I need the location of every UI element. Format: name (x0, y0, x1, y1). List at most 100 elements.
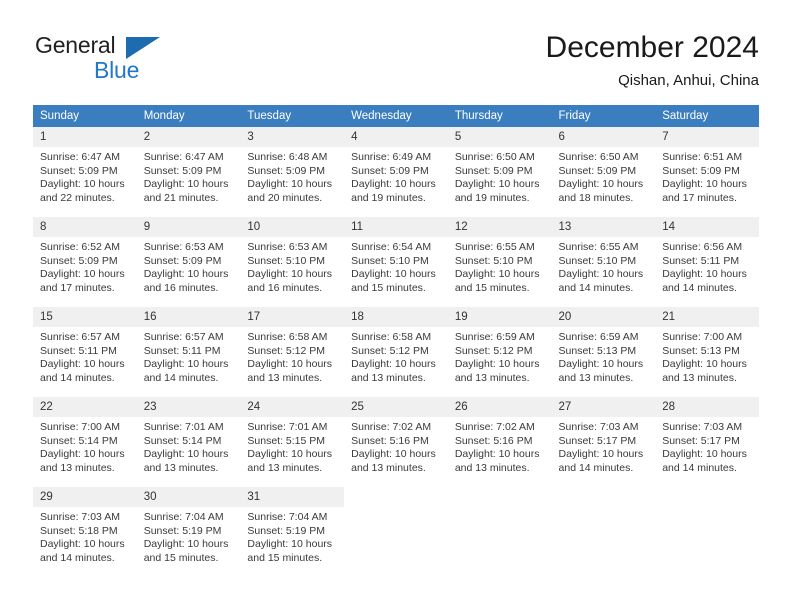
daylight-text-line2: and 15 minutes. (247, 551, 323, 564)
calendar-day-cell[interactable]: 22 Sunrise: 7:00 AM Sunset: 5:14 PM Dayligh… (33, 397, 137, 477)
day-sun-info: Sunrise: 6:50 AM Sunset: 5:09 PM Daylight:… (448, 147, 552, 205)
general-blue-logo[interactable]: General Blue (35, 34, 215, 92)
calendar-day-cell[interactable]: 3 Sunrise: 6:48 AM Sunset: 5:09 PM Daylight… (240, 127, 345, 207)
day-cell-body: Sunrise: 7:02 AM Sunset: 5:16 PM Daylight:… (344, 417, 448, 477)
calendar-day-cell[interactable]: 21 Sunrise: 7:00 AM Sunset: 5:13 PM Dayligh… (655, 307, 759, 387)
day-number: 14 (655, 217, 759, 237)
calendar-day-cell[interactable]: 24 Sunrise: 7:01 AM Sunset: 5:15 PM Dayligh… (240, 397, 345, 477)
week-row-spacer-cell (33, 297, 759, 307)
day-sun-info: Sunrise: 6:51 AM Sunset: 5:09 PM Daylight:… (655, 147, 759, 205)
day-number: 30 (136, 487, 241, 507)
daylight-text-line1: Daylight: 10 hours (662, 358, 747, 371)
logo-text-general: General (35, 32, 116, 58)
daylight-text-line1: Daylight: 10 hours (40, 358, 125, 371)
daylight-text-line2: and 13 minutes. (558, 371, 634, 384)
sunrise-text: Sunrise: 6:53 AM (247, 241, 328, 253)
daylight-text-line1: Daylight: 10 hours (454, 358, 540, 371)
calendar-day-cell[interactable]: 29 Sunrise: 7:03 AM Sunset: 5:18 PM Dayligh… (33, 487, 137, 567)
sunset-text: Sunset: 5:11 PM (40, 344, 117, 357)
calendar-day-cell[interactable]: 7 Sunrise: 6:51 AM Sunset: 5:09 PM Daylight… (655, 127, 759, 207)
calendar-day-cell[interactable]: 9 Sunrise: 6:53 AM Sunset: 5:09 PM Daylight… (136, 217, 241, 297)
daylight-text-line2: and 15 minutes. (143, 551, 219, 564)
day-sun-info: Sunrise: 6:58 AM Sunset: 5:12 PM Daylight:… (344, 327, 448, 385)
day-cell-body (551, 507, 656, 567)
sunset-text: Sunset: 5:10 PM (247, 254, 326, 267)
calendar-day-cell[interactable]: 10 Sunrise: 6:53 AM Sunset: 5:10 PM Dayligh… (240, 217, 345, 297)
calendar-day-cell[interactable]: 25 Sunrise: 7:02 AM Sunset: 5:16 PM Dayligh… (344, 397, 448, 477)
calendar-day-cell[interactable]: 18 Sunrise: 6:58 AM Sunset: 5:12 PM Dayligh… (344, 307, 448, 387)
calendar-day-cell[interactable]: 31 Sunrise: 7:04 AM Sunset: 5:19 PM Dayligh… (240, 487, 345, 567)
day-number: 24 (240, 397, 345, 417)
calendar-day-cell[interactable]: 4 Sunrise: 6:49 AM Sunset: 5:09 PM Daylight… (344, 127, 448, 207)
calendar-day-cell[interactable]: 19 Sunrise: 6:59 AM Sunset: 5:12 PM Dayligh… (447, 307, 552, 387)
day-sun-info: Sunrise: 6:50 AM Sunset: 5:09 PM Daylight:… (552, 147, 656, 205)
day-cell-body: Sunrise: 6:53 AM Sunset: 5:10 PM Daylight:… (240, 237, 345, 297)
daylight-text-line1: Daylight: 10 hours (558, 178, 644, 191)
day-number: 12 (447, 217, 552, 237)
calendar-day-cell[interactable]: 13 Sunrise: 6:55 AM Sunset: 5:10 PM Dayligh… (551, 217, 656, 297)
calendar-day-cell[interactable]: 11 Sunrise: 6:54 AM Sunset: 5:10 PM Dayligh… (344, 217, 448, 297)
day-cell-body: Sunrise: 6:56 AM Sunset: 5:11 PM Daylight:… (655, 237, 759, 297)
sunrise-text: Sunrise: 7:00 AM (662, 331, 743, 343)
day-cell-body: Sunrise: 6:52 AM Sunset: 5:09 PM Daylight:… (33, 237, 137, 297)
calendar-day-cell[interactable]: 5 Sunrise: 6:50 AM Sunset: 5:09 PM Daylight… (447, 127, 552, 207)
sunset-text: Sunset: 5:09 PM (247, 164, 326, 177)
calendar-day-cell[interactable]: 27 Sunrise: 7:03 AM Sunset: 5:17 PM Dayligh… (551, 397, 656, 477)
day-sun-info: Sunrise: 7:02 AM Sunset: 5:16 PM Daylight:… (448, 417, 552, 475)
day-cell-body: Sunrise: 6:48 AM Sunset: 5:09 PM Daylight:… (240, 147, 345, 207)
calendar-day-cell[interactable]: 17 Sunrise: 6:58 AM Sunset: 5:12 PM Dayligh… (240, 307, 345, 387)
calendar-day-cell[interactable]: 14 Sunrise: 6:56 AM Sunset: 5:11 PM Dayligh… (655, 217, 759, 297)
day-sun-info: Sunrise: 7:04 AM Sunset: 5:19 PM Daylight:… (240, 507, 344, 565)
day-number: 2 (136, 127, 241, 147)
sunrise-text: Sunrise: 7:01 AM (247, 421, 328, 433)
calendar-day-cell[interactable]: 2 Sunrise: 6:47 AM Sunset: 5:09 PM Daylight… (136, 127, 241, 207)
calendar-day-cell[interactable]: 28 Sunrise: 7:03 AM Sunset: 5:17 PM Dayligh… (655, 397, 759, 477)
day-cell-body: Sunrise: 7:03 AM Sunset: 5:17 PM Daylight:… (551, 417, 656, 477)
weekday-header-tuesday: Tuesday (240, 105, 345, 127)
calendar-day-cell[interactable]: 16 Sunrise: 6:57 AM Sunset: 5:11 PM Dayligh… (136, 307, 241, 387)
sunset-text: Sunset: 5:19 PM (143, 524, 222, 537)
day-number: 31 (240, 487, 345, 507)
day-sun-info: Sunrise: 6:54 AM Sunset: 5:10 PM Daylight:… (344, 237, 448, 295)
sunrise-text: Sunrise: 7:04 AM (247, 511, 328, 523)
day-cell-body: Sunrise: 7:03 AM Sunset: 5:17 PM Daylight:… (655, 417, 759, 477)
day-sun-info: Sunrise: 6:47 AM Sunset: 5:09 PM Daylight:… (33, 147, 137, 205)
sunrise-text: Sunrise: 6:48 AM (247, 151, 328, 163)
sunset-text: Sunset: 5:09 PM (454, 164, 533, 177)
calendar-day-cell[interactable]: 6 Sunrise: 6:50 AM Sunset: 5:09 PM Daylight… (551, 127, 656, 207)
day-sun-info: Sunrise: 7:03 AM Sunset: 5:17 PM Daylight:… (552, 417, 656, 475)
day-number (447, 487, 552, 507)
daylight-text-line1: Daylight: 10 hours (454, 178, 540, 191)
sunrise-text: Sunrise: 7:02 AM (351, 421, 432, 433)
sunrise-text: Sunrise: 6:50 AM (558, 151, 639, 163)
daylight-text-line2: and 13 minutes. (351, 461, 426, 474)
calendar-day-cell[interactable]: 15 Sunrise: 6:57 AM Sunset: 5:11 PM Dayligh… (33, 307, 137, 387)
sunset-text: Sunset: 5:19 PM (247, 524, 326, 537)
day-number: 13 (551, 217, 656, 237)
calendar-day-cell[interactable]: 12 Sunrise: 6:55 AM Sunset: 5:10 PM Dayligh… (447, 217, 552, 297)
daylight-text-line1: Daylight: 10 hours (558, 448, 644, 461)
calendar-day-cell[interactable]: 20 Sunrise: 6:59 AM Sunset: 5:13 PM Dayligh… (551, 307, 656, 387)
calendar-day-cell[interactable]: 23 Sunrise: 7:01 AM Sunset: 5:14 PM Dayligh… (136, 397, 241, 477)
sunset-text: Sunset: 5:09 PM (662, 164, 740, 177)
sunset-text: Sunset: 5:09 PM (40, 254, 118, 267)
weekday-header-row: Sunday Monday Tuesday Wednesday Thursday… (33, 105, 759, 127)
daylight-text-line1: Daylight: 10 hours (143, 538, 229, 551)
day-sun-info: Sunrise: 6:52 AM Sunset: 5:09 PM Daylight:… (33, 237, 137, 295)
calendar-day-cell[interactable]: 26 Sunrise: 7:02 AM Sunset: 5:16 PM Dayligh… (447, 397, 552, 477)
day-sun-info: Sunrise: 6:53 AM Sunset: 5:09 PM Daylight:… (137, 237, 241, 295)
sunrise-text: Sunrise: 6:58 AM (351, 331, 432, 343)
daylight-text-line2: and 16 minutes. (247, 281, 323, 294)
day-number: 6 (551, 127, 656, 147)
calendar-day-cell[interactable]: 8 Sunrise: 6:52 AM Sunset: 5:09 PM Daylight… (33, 217, 137, 297)
sunrise-text: Sunrise: 6:57 AM (143, 331, 224, 343)
daylight-text-line1: Daylight: 10 hours (143, 268, 229, 281)
week-row-spacer-cell (33, 477, 759, 487)
sunrise-text: Sunrise: 6:47 AM (40, 151, 120, 163)
day-number: 19 (447, 307, 552, 327)
day-cell-body: Sunrise: 6:49 AM Sunset: 5:09 PM Daylight:… (344, 147, 448, 207)
page-subtitle: Qishan, Anhui, China (618, 72, 759, 89)
calendar-day-cell[interactable]: 1 Sunrise: 6:47 AM Sunset: 5:09 PM Daylight… (33, 127, 137, 207)
calendar-day-cell[interactable]: 30 Sunrise: 7:04 AM Sunset: 5:19 PM Dayligh… (136, 487, 241, 567)
day-number: 28 (655, 397, 759, 417)
